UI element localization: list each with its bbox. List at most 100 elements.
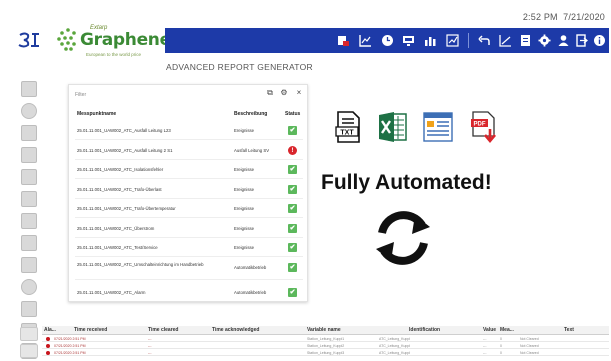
alarm-col-alarm[interactable]: Ala... — [44, 327, 56, 333]
graphene-logo: Extarp Graphene European to the world pr… — [56, 25, 171, 61]
alarm-col-received[interactable]: Time received — [74, 327, 107, 333]
row-divider — [75, 278, 303, 280]
status-ok-icon: ✔ — [288, 223, 297, 233]
row-name: 25.01.11.001_UAW002_ATC_Ausfall Leitung … — [77, 147, 173, 153]
hand-icon[interactable] — [21, 147, 37, 163]
alarm-cell: Not Cleared — [520, 351, 539, 355]
settings-icon[interactable] — [538, 34, 551, 47]
list-icon[interactable] — [21, 125, 37, 141]
logout-icon[interactable] — [575, 34, 588, 47]
line-chart-icon[interactable] — [499, 34, 512, 47]
status-ok-icon: ✔ — [288, 262, 297, 272]
row-divider — [75, 256, 303, 257]
logo-name: Graphene — [80, 30, 171, 50]
alarm-bell-icon[interactable] — [20, 327, 38, 341]
status-ok-icon: ✔ — [288, 204, 297, 213]
home-icon[interactable] — [21, 81, 37, 97]
filter-input[interactable]: Filter — [75, 90, 265, 100]
monitor-icon[interactable] — [402, 34, 415, 47]
row-name: 25.01.11.001_UAW002_ATC_Test/Service — [77, 245, 158, 250]
row-description: Automatikbetrieb — [234, 264, 267, 270]
pdf-download-icon[interactable]: PDF — [470, 110, 500, 144]
user-icon[interactable] — [557, 34, 570, 47]
trend-icon[interactable] — [446, 34, 459, 47]
alarm-col-acknowledged[interactable]: Time acknowledged — [212, 327, 259, 333]
report-panel: Filter ⧉ ⚙ × Messpunktname Beschreibung … — [68, 84, 308, 302]
page-title: ADVANCED REPORT GENERATOR — [166, 62, 313, 72]
alarm-cell: 07/21/2020 2:51 PM — [54, 351, 86, 355]
alarm-row[interactable]: 07/21/2020 2:51 PM --- Station_Leitung_Kup… — [42, 336, 609, 342]
chart-icon[interactable] — [359, 34, 372, 47]
export-formats: TXT PDF — [333, 110, 513, 146]
alarm-cell: 0 — [500, 344, 502, 348]
row-name: 25.01.11.001_UAW002_ATC_Trafo-Übertemper… — [77, 206, 176, 211]
web-page-icon[interactable] — [423, 110, 453, 144]
status-ok-icon: ✔ — [288, 243, 297, 252]
logo-tagline: European to the world price — [86, 52, 142, 57]
alarm-cell: ATC_Leitung_Kuppl — [379, 351, 411, 355]
row-divider — [75, 217, 303, 218]
alarm-row[interactable]: 07/21/2020 2:51 PM --- Station_Leitung_Kup… — [42, 350, 609, 356]
alarm-cell: Station_Leitung_Kuppl3 — [307, 351, 345, 355]
txt-label: TXT — [340, 130, 354, 137]
pin-icon[interactable] — [21, 301, 37, 317]
col-header-desc: Beschreibung — [234, 111, 268, 117]
row-name: 25.01.11.001_UAW002_ATC_Isolationsfehler — [77, 167, 164, 172]
status-error-icon: ! — [288, 145, 297, 155]
row-description: Ereignisse — [234, 225, 255, 231]
alarm-cell: ATC_Leitung_Kuppl — [379, 344, 411, 348]
row-description: Ereignisse — [234, 245, 255, 250]
map-icon[interactable] — [21, 213, 37, 229]
status-bar: 2:52 PM 7/21/2020 — [0, 0, 611, 26]
app-icon[interactable] — [17, 31, 43, 49]
alarm-list-icon[interactable] — [20, 344, 38, 358]
txt-file-icon[interactable]: TXT — [333, 110, 363, 144]
alarm-status-icon — [46, 337, 50, 341]
server-icon[interactable] — [21, 257, 37, 273]
pdf-label: PDF — [474, 122, 486, 128]
row-name: 25.01.11.001_UAW002_ATC_Trafo-Überlast — [77, 186, 162, 192]
alarm-table-header: Ala... Time received Time cleared Time a… — [42, 326, 609, 335]
clock-icon[interactable] — [381, 34, 394, 47]
alarm-col-value[interactable]: Value — [483, 327, 496, 333]
info-icon[interactable] — [593, 34, 606, 47]
factory-icon[interactable] — [21, 169, 37, 185]
alarm-cell: Not Cleared — [520, 337, 539, 341]
back-icon[interactable] — [478, 34, 491, 47]
alarm-cell: --- — [148, 351, 152, 355]
row-divider — [75, 236, 303, 238]
row-description: Ereignisse — [234, 186, 255, 192]
close-icon[interactable]: × — [294, 88, 304, 98]
document-icon[interactable] — [519, 34, 532, 47]
bar-chart-icon[interactable] — [424, 34, 437, 47]
alarm-status-icon — [46, 344, 50, 348]
row-name: 25.01.11.001_UAW002_ATC_Ausfall Leitung … — [77, 128, 171, 133]
clock: 2:52 PM 7/21/2020 — [523, 12, 605, 22]
clock-time: 2:52 PM — [522, 12, 558, 22]
row-name: 25.01.11.001_UAW002_ATC_Überstrom — [77, 225, 155, 231]
alarm-cell: 07/21/2020 2:51 PM — [54, 337, 86, 341]
status-ok-icon: ✔ — [288, 165, 297, 174]
graphene-dots-icon — [57, 28, 76, 51]
building-icon[interactable] — [21, 191, 37, 207]
alarm-col-cleared[interactable]: Time cleared — [148, 327, 178, 333]
alarm-col-identification[interactable]: Identification — [409, 327, 440, 333]
gear-icon[interactable]: ⚙ — [279, 88, 289, 98]
alarm-icon[interactable] — [337, 34, 350, 47]
copy-icon[interactable]: ⧉ — [265, 88, 275, 98]
alarm-col-measure[interactable]: Mea... — [500, 327, 514, 333]
refresh-icon — [376, 211, 430, 265]
alarm-cell: --- — [483, 337, 487, 341]
grid-icon[interactable] — [21, 235, 37, 251]
magnifier-icon[interactable] — [21, 279, 37, 295]
alarm-cell: Station_Leitung_Kuppl1 — [307, 337, 345, 341]
alarm-col-text[interactable]: Text — [564, 327, 574, 333]
alarm-cell: Not Cleared — [520, 344, 539, 348]
excel-file-icon[interactable] — [378, 110, 408, 144]
status-ok-icon: ✔ — [288, 184, 297, 194]
alarm-col-variable[interactable]: Variable name — [307, 327, 341, 333]
alarm-table: Ala... Time received Time cleared Time a… — [42, 326, 609, 361]
navbar-separator — [468, 33, 469, 48]
alarm-row[interactable]: 07/21/2020 2:51 PM --- Station_Leitung_Kup… — [42, 343, 609, 349]
globe-icon[interactable] — [21, 103, 37, 119]
